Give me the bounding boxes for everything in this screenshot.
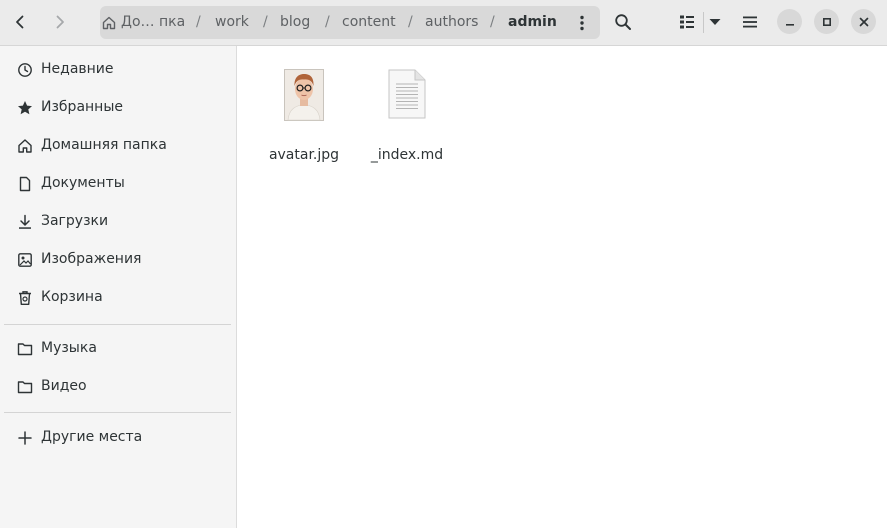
file-name: avatar.jpg [268, 147, 340, 163]
crumb-separator: / [263, 14, 268, 30]
crumb-admin[interactable]: admin [508, 14, 557, 30]
text-file-icon [388, 69, 426, 119]
sidebar-item-label: Другие места [41, 429, 143, 445]
file-name: _index.md [370, 147, 444, 163]
more-vertical-icon [580, 15, 584, 30]
file-view: avatar.jpg _index.md [238, 46, 887, 528]
crumb-home[interactable]: До… пка [121, 14, 185, 30]
back-button[interactable] [4, 7, 36, 37]
clock-icon [18, 63, 32, 77]
plus-icon [18, 431, 32, 445]
sidebar-item-label: Видео [41, 378, 87, 394]
sidebar-item-home[interactable]: Домашняя папка [0, 127, 236, 165]
file-item[interactable]: avatar.jpg [256, 68, 352, 168]
home-icon [102, 16, 116, 30]
crumb-separator: / [408, 14, 413, 30]
sidebar-separator [4, 412, 231, 413]
sidebar-item-videos[interactable]: Видео [0, 368, 236, 406]
maximize-icon [822, 17, 831, 26]
minimize-icon [785, 23, 794, 26]
search-button[interactable] [607, 7, 639, 37]
close-button[interactable] [851, 9, 876, 34]
file-item[interactable]: _index.md [359, 68, 455, 168]
sidebar-item-label: Недавние [41, 61, 114, 77]
maximize-button[interactable] [814, 9, 839, 34]
view-options-button[interactable] [700, 7, 730, 37]
sidebar-item-downloads[interactable]: Загрузки [0, 203, 236, 241]
star-icon [18, 101, 32, 115]
close-icon [859, 17, 868, 26]
crumb-authors[interactable]: authors [425, 14, 478, 30]
sidebar-item-label: Музыка [41, 340, 97, 356]
sidebar-item-label: Загрузки [41, 213, 109, 229]
folder-icon [17, 343, 33, 356]
image-thumbnail [284, 69, 324, 121]
crumb-separator: / [325, 14, 330, 30]
sidebar-separator [4, 324, 231, 325]
home-icon [18, 139, 32, 153]
hamburger-menu-icon [743, 16, 757, 28]
sidebar-item-starred[interactable]: Избранные [0, 89, 236, 127]
sidebar-item-label: Избранные [41, 99, 123, 115]
chevron-left-icon [16, 15, 24, 29]
dropdown-arrow-icon [709, 19, 721, 25]
minimize-button[interactable] [777, 9, 802, 34]
chevron-right-icon [56, 15, 64, 29]
search-icon [615, 14, 631, 30]
download-icon [19, 214, 31, 229]
view-list-button[interactable] [671, 7, 703, 37]
sidebar-item-other-locations[interactable]: Другие места [0, 419, 236, 457]
sidebar-item-label: Изображения [41, 251, 142, 267]
image-icon [18, 253, 32, 267]
sidebar: Недавние Избранные Домашняя папка Докуме… [0, 46, 237, 528]
crumb-work[interactable]: work [215, 14, 249, 30]
sidebar-item-music[interactable]: Музыка [0, 330, 236, 368]
document-icon [19, 176, 31, 192]
path-menu-button[interactable] [570, 10, 594, 35]
crumb-content[interactable]: content [342, 14, 396, 30]
sidebar-item-label: Документы [41, 175, 125, 191]
sidebar-item-documents[interactable]: Документы [0, 165, 236, 203]
header-bar: До… пка / work / blog / content / author… [0, 0, 887, 46]
sidebar-item-label: Домашняя папка [41, 137, 167, 153]
main-menu-button[interactable] [734, 7, 766, 37]
trash-icon [19, 291, 31, 305]
path-bar: До… пка / work / blog / content / author… [100, 6, 600, 39]
crumb-blog[interactable]: blog [280, 14, 310, 30]
sidebar-item-label: Корзина [41, 289, 103, 305]
sidebar-item-trash[interactable]: Корзина [0, 279, 236, 317]
sidebar-item-pictures[interactable]: Изображения [0, 241, 236, 279]
forward-button[interactable] [44, 7, 76, 37]
sidebar-item-recent[interactable]: Недавние [0, 51, 236, 89]
list-view-icon [680, 15, 694, 29]
crumb-separator: / [196, 14, 201, 30]
crumb-separator: / [490, 14, 495, 30]
folder-icon [17, 381, 33, 394]
